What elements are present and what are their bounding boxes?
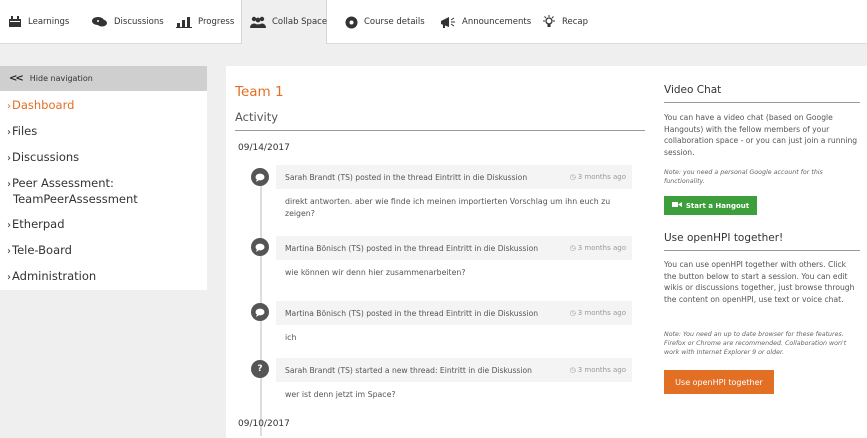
main-panel: Team 1 Activity 09/14/2017 Sarah Brandt … [226,66,867,438]
course-details-icon [345,16,358,29]
activity-title: Sarah Brandt (TS) started a new thread: … [285,365,532,375]
sidebar: << Hide navigation ›Dashboard ›Files ›Di… [0,66,207,290]
chevron-right-icon: › [7,127,11,138]
clock-icon: ◷ [569,309,576,317]
divider [664,102,860,103]
tab-label: Discussions [114,17,164,27]
activity-title: Sarah Brandt (TS) posted in the thread E… [285,172,528,182]
sidebar-item-sublabel: TeamPeerAssessment [13,192,138,206]
double-chevron-left-icon: << [9,73,24,84]
sidebar-item-etherpad[interactable]: ›Etherpad [7,217,65,233]
tab-label: Collab Space [272,17,328,27]
progress-icon [176,16,192,28]
activity-date: 09/10/2017 [238,419,290,429]
activity-body: wie können wir denn hier zusammenarbeite… [276,267,632,279]
video-chat-description: You can have a video chat (based on Goog… [664,113,858,157]
use-openhpi-together-button[interactable]: Use openHPI together [664,370,774,394]
collab-space-icon [250,16,266,28]
start-hangout-button[interactable]: Start a Hangout [664,196,757,215]
tab-collab-space[interactable]: Collab Space [241,0,327,44]
activity-text: wie können wir denn hier zusammenarbeite… [285,268,466,277]
activity-date: 09/14/2017 [238,143,290,153]
divider [664,250,860,251]
activity-body: wer ist denn jetzt im Space? [276,389,632,401]
sidebar-item-administration[interactable]: ›Administration [7,269,96,285]
activity-time-label: 3 months ago [577,366,626,374]
chevron-right-icon: › [7,220,11,231]
page-title: Team 1 [235,84,284,100]
tab-label: Learnings [28,17,70,27]
activity-header[interactable]: Martina Bönisch (TS) posted in the threa… [276,236,632,260]
activity-title: Martina Bönisch (TS) posted in the threa… [285,243,539,253]
sidebar-item-files[interactable]: ›Files [7,124,37,140]
activity-time: ◷ 3 months ago [570,173,626,181]
start-hangout-label: Start a Hangout [685,201,750,210]
sidebar-item-label: Tele-Board [12,243,72,257]
activity-text: ich [285,333,297,342]
openhpi-heading: Use openHPI together! [664,232,784,244]
learnings-icon [8,16,22,28]
tab-label: Course details [364,17,425,27]
clock-icon: ◷ [569,244,576,252]
tab-label: Announcements [462,17,532,27]
video-chat-note: Note: you need a personal Google account… [664,169,823,185]
activity-header[interactable]: Sarah Brandt (TS) posted in the thread E… [276,165,632,189]
question-icon: ? [251,360,269,378]
announcements-icon [440,16,456,29]
sidebar-item-label: Dashboard [12,98,75,112]
sidebar-item-dashboard[interactable]: ›Dashboard [7,98,74,114]
activity-body: ich [276,332,632,344]
openhpi-description: You can use openHPI together with others… [664,260,855,304]
discussions-icon [92,16,108,28]
sidebar-item-discussions[interactable]: ›Discussions [7,150,79,166]
activity-time-label: 3 months ago [577,309,626,317]
activity-time-label: 3 months ago [577,244,626,252]
openhpi-note: Note: You need an up to date browser for… [664,331,847,356]
activity-title: Martina Bönisch (TS) posted in the threa… [285,308,539,318]
video-camera-icon [671,201,682,210]
comment-icon [251,168,269,186]
activity-time: ◷ 3 months ago [570,309,626,317]
chevron-right-icon: › [7,246,11,257]
chevron-right-icon: › [7,179,11,190]
sidebar-item-label: Discussions [12,150,80,164]
recap-icon [542,15,556,29]
activity-time: ◷ 3 months ago [570,366,626,374]
hide-navigation-button[interactable]: << Hide navigation [0,66,207,91]
activity-header[interactable]: Sarah Brandt (TS) started a new thread: … [276,358,632,382]
activity-body: direkt antworten. aber wie finde ich mei… [276,196,632,220]
hide-navigation-label: Hide navigation [29,74,93,83]
tab-announcements[interactable]: Announcements [440,0,531,44]
activity-text-2: zeigen? [285,209,315,218]
sidebar-item-label: Administration [12,269,97,283]
clock-icon: ◷ [569,173,576,181]
tab-learnings[interactable]: Learnings [8,0,69,44]
activity-heading: Activity [235,110,279,124]
activity-text: wer ist denn jetzt im Space? [285,390,396,399]
activity-time: ◷ 3 months ago [570,244,626,252]
tab-progress[interactable]: Progress [176,0,234,44]
sidebar-item-label: Files [12,124,38,138]
sidebar-item-label: Peer Assessment: [12,176,114,190]
sidebar-item-peer-assessment[interactable]: ›Peer Assessment: TeamPeerAssessment [7,176,138,206]
comment-icon [251,303,269,321]
activity-time-label: 3 months ago [577,173,626,181]
tab-course-details[interactable]: Course details [345,0,425,44]
activity-header[interactable]: Martina Bönisch (TS) posted in the threa… [276,301,632,325]
clock-icon: ◷ [569,366,576,374]
chevron-right-icon: › [7,101,11,112]
tab-discussions[interactable]: Discussions [92,0,164,44]
top-navigation: Learnings Discussions Progress Collab Sp… [0,0,867,44]
tab-label: Progress [198,17,235,27]
chevron-right-icon: › [7,153,11,164]
sidebar-item-tele-board[interactable]: ›Tele-Board [7,243,72,259]
sidebar-item-label: Etherpad [12,217,65,231]
video-chat-heading: Video Chat [664,84,722,96]
divider [235,130,645,131]
tab-label: Recap [562,17,589,27]
tab-recap[interactable]: Recap [542,0,588,44]
activity-text: direkt antworten. aber wie finde ich mei… [285,197,611,206]
comment-icon [251,238,269,256]
chevron-right-icon: › [7,272,11,283]
